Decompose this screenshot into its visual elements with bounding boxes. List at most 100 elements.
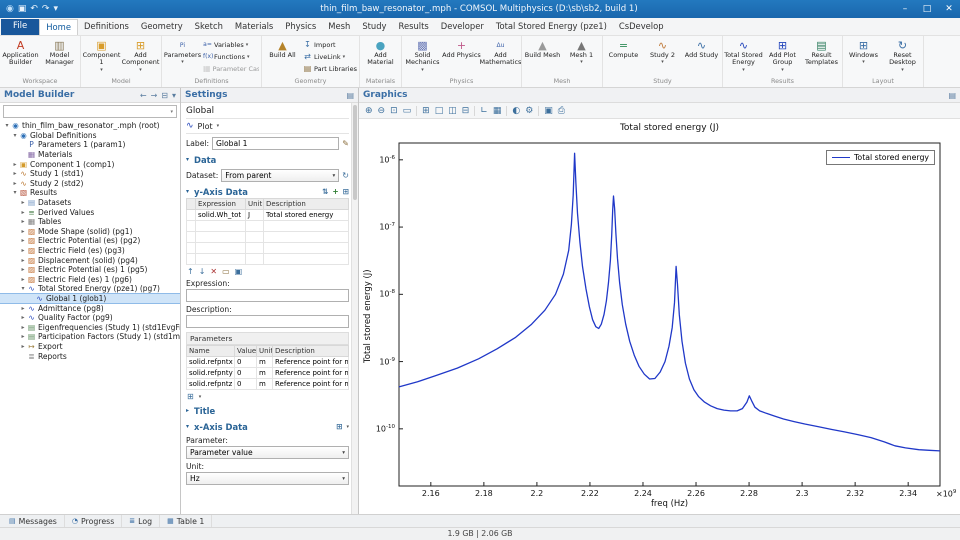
ribbon-button-add-material[interactable]: ●Add Material xyxy=(361,37,400,76)
expander-closed-icon[interactable]: ▸ xyxy=(19,324,27,331)
zoom-in-icon[interactable]: ⊕ xyxy=(365,106,373,116)
ribbon-button-windows[interactable]: ⊞Windows▾ xyxy=(844,37,883,76)
table-cell[interactable]: Total stored energy xyxy=(264,210,349,221)
table-cell[interactable] xyxy=(264,254,349,265)
ribbon-button-parameters[interactable]: PiParameters▾ xyxy=(163,37,202,76)
plot-area[interactable]: Total stored energy (J) Total stored ene… xyxy=(359,119,960,514)
ribbon-button-build-all[interactable]: ▲Build All xyxy=(263,37,302,76)
table-row[interactable]: solid.Wh_totJTotal stored energy xyxy=(187,210,349,221)
ribbon-button-livelink[interactable]: ⇄LiveLink▾ xyxy=(303,51,357,62)
model-builder-menu-icon[interactable]: ▾ xyxy=(172,91,176,100)
table-cell[interactable] xyxy=(187,210,196,221)
collapse-all-icon[interactable]: ⊟ xyxy=(161,91,168,100)
dock-tab-table-1[interactable]: ▦Table 1 xyxy=(160,515,212,527)
parameters-menu-icon[interactable]: ⊞ xyxy=(187,392,194,401)
ribbon-button-add-study[interactable]: ∿Add Study xyxy=(682,37,721,76)
menu-tab-results[interactable]: Results xyxy=(393,19,435,35)
back-icon[interactable]: ← xyxy=(140,91,147,100)
x-axis-options-icon[interactable]: ⊞ xyxy=(336,422,342,431)
unit-select[interactable]: Hz▾ xyxy=(186,472,349,485)
expander-closed-icon[interactable]: ▸ xyxy=(11,161,19,168)
table-menu-icon[interactable]: ⊞ xyxy=(343,187,349,196)
tree-item[interactable]: ▾▧Results xyxy=(0,188,180,198)
table-cell[interactable] xyxy=(187,254,196,265)
tree-item[interactable]: ▾◉thin_film_baw_resonator_.mph (root) xyxy=(0,121,180,131)
data-section-header[interactable]: ▾ Data xyxy=(186,153,349,166)
table-cell[interactable] xyxy=(187,243,196,254)
redo-icon[interactable]: ↷ xyxy=(42,0,50,18)
dataset-select[interactable]: From parent▾ xyxy=(221,169,339,182)
expander-closed-icon[interactable]: ▸ xyxy=(19,228,27,235)
table-cell[interactable]: 0 xyxy=(235,368,257,379)
table-empty-row[interactable] xyxy=(187,221,349,232)
table-cell[interactable]: solid.refpnty xyxy=(187,368,235,379)
parameter-select[interactable]: Parameter value▾ xyxy=(186,446,349,459)
table-cell[interactable]: 0 xyxy=(235,357,257,368)
table-cell[interactable]: solid.refpntx xyxy=(187,357,235,368)
axes-icon[interactable]: ∟ xyxy=(480,106,488,116)
expander-closed-icon[interactable]: ▸ xyxy=(19,237,27,244)
expander-closed-icon[interactable]: ▸ xyxy=(19,305,27,312)
label-edit-icon[interactable]: ✎ xyxy=(342,139,349,148)
ribbon-button-add-mathematics[interactable]: ΔuAdd Mathematics xyxy=(481,37,520,76)
table-empty-row[interactable] xyxy=(187,243,349,254)
settings-scrollbar[interactable] xyxy=(351,103,358,514)
tree-item[interactable]: ▸↦Export xyxy=(0,342,180,352)
ribbon-button-import[interactable]: ↧Import xyxy=(303,39,357,50)
ribbon-button-add-component[interactable]: ⊞Add Component▾ xyxy=(121,37,160,76)
tree-item[interactable]: ▸▨Displacement (solid) (pg4) xyxy=(0,255,180,265)
table-cell[interactable]: Reference point for mom... xyxy=(273,368,349,379)
ribbon-button-variables[interactable]: a=Variables▾ xyxy=(203,39,259,50)
comsol-logo-icon[interactable]: ◉ xyxy=(6,0,14,18)
tree-filter-input[interactable] xyxy=(7,107,168,116)
expander-closed-icon[interactable]: ▸ xyxy=(19,266,27,273)
menu-tab-materials[interactable]: Materials xyxy=(229,19,279,35)
menu-tab-mesh[interactable]: Mesh xyxy=(322,19,356,35)
zoom-box-icon[interactable]: ▭ xyxy=(403,106,412,116)
table-cell[interactable] xyxy=(196,232,246,243)
expander-open-icon[interactable]: ▾ xyxy=(3,122,11,129)
forward-icon[interactable]: → xyxy=(151,91,158,100)
tree-item[interactable]: ▦Materials xyxy=(0,150,180,160)
minimize-button[interactable]: – xyxy=(894,0,916,18)
dock-tab-progress[interactable]: ◔Progress xyxy=(65,515,122,527)
print-icon[interactable]: ⎙ xyxy=(558,106,565,116)
tree-item[interactable]: ▾◉Global Definitions xyxy=(0,131,180,141)
menu-tab-sketch[interactable]: Sketch xyxy=(189,19,229,35)
table-empty-row[interactable] xyxy=(187,254,349,265)
plot-button[interactable]: Plot xyxy=(198,122,213,131)
tree-item[interactable]: ▸▨Electric Field (es) 1 (pg6) xyxy=(0,275,180,285)
menu-tab-home[interactable]: Home xyxy=(39,19,78,35)
ribbon-button-result-templates[interactable]: ▤Result Templates xyxy=(802,37,841,76)
close-button[interactable]: ✕ xyxy=(938,0,960,18)
tree-filter-box[interactable]: ▾ xyxy=(3,105,177,118)
table-cell[interactable]: J xyxy=(246,210,264,221)
undo-icon[interactable]: ↶ xyxy=(30,0,38,18)
tree-item[interactable]: ▸∿Quality Factor (pg9) xyxy=(0,313,180,323)
tree-item[interactable]: ▸▨Mode Shape (solid) (pg1) xyxy=(0,227,180,237)
table-cell[interactable]: m xyxy=(257,379,273,390)
table-cell[interactable] xyxy=(246,254,264,265)
ribbon-button-functions[interactable]: f(x)Functions▾ xyxy=(203,51,259,62)
titlebar-menu-icon[interactable]: ▾ xyxy=(53,0,58,18)
ribbon-button-component-1[interactable]: ▣Component 1▾ xyxy=(82,37,121,76)
table-cell[interactable]: m xyxy=(257,368,273,379)
table-cell[interactable] xyxy=(196,254,246,265)
table-cell[interactable] xyxy=(187,232,196,243)
table-row[interactable]: solid.refpntx0mReference point for mom..… xyxy=(187,357,349,368)
tree-item[interactable]: ▸▨Electric Field (es) (pg3) xyxy=(0,246,180,256)
expander-closed-icon[interactable]: ▸ xyxy=(19,218,27,225)
expander-closed-icon[interactable]: ▸ xyxy=(11,170,19,177)
chevron-down-icon[interactable]: ▾ xyxy=(346,424,349,430)
expression-field[interactable] xyxy=(186,289,349,302)
chevron-down-icon[interactable]: ▾ xyxy=(199,394,202,400)
view-grid-icon[interactable]: ⊞ xyxy=(422,106,430,116)
ribbon-button-reset-desktop[interactable]: ↻Reset Desktop▾ xyxy=(883,37,922,76)
save-file-icon[interactable]: ▣ xyxy=(235,267,243,276)
table-cell[interactable]: Reference point for mom... xyxy=(273,357,349,368)
ribbon-button-study-2[interactable]: ∿Study 2▾ xyxy=(643,37,682,76)
menu-tab-definitions[interactable]: Definitions xyxy=(78,19,135,35)
tree-item[interactable]: PParameters 1 (param1) xyxy=(0,140,180,150)
expander-closed-icon[interactable]: ▸ xyxy=(19,257,27,264)
view-single-icon[interactable]: □ xyxy=(435,106,444,116)
